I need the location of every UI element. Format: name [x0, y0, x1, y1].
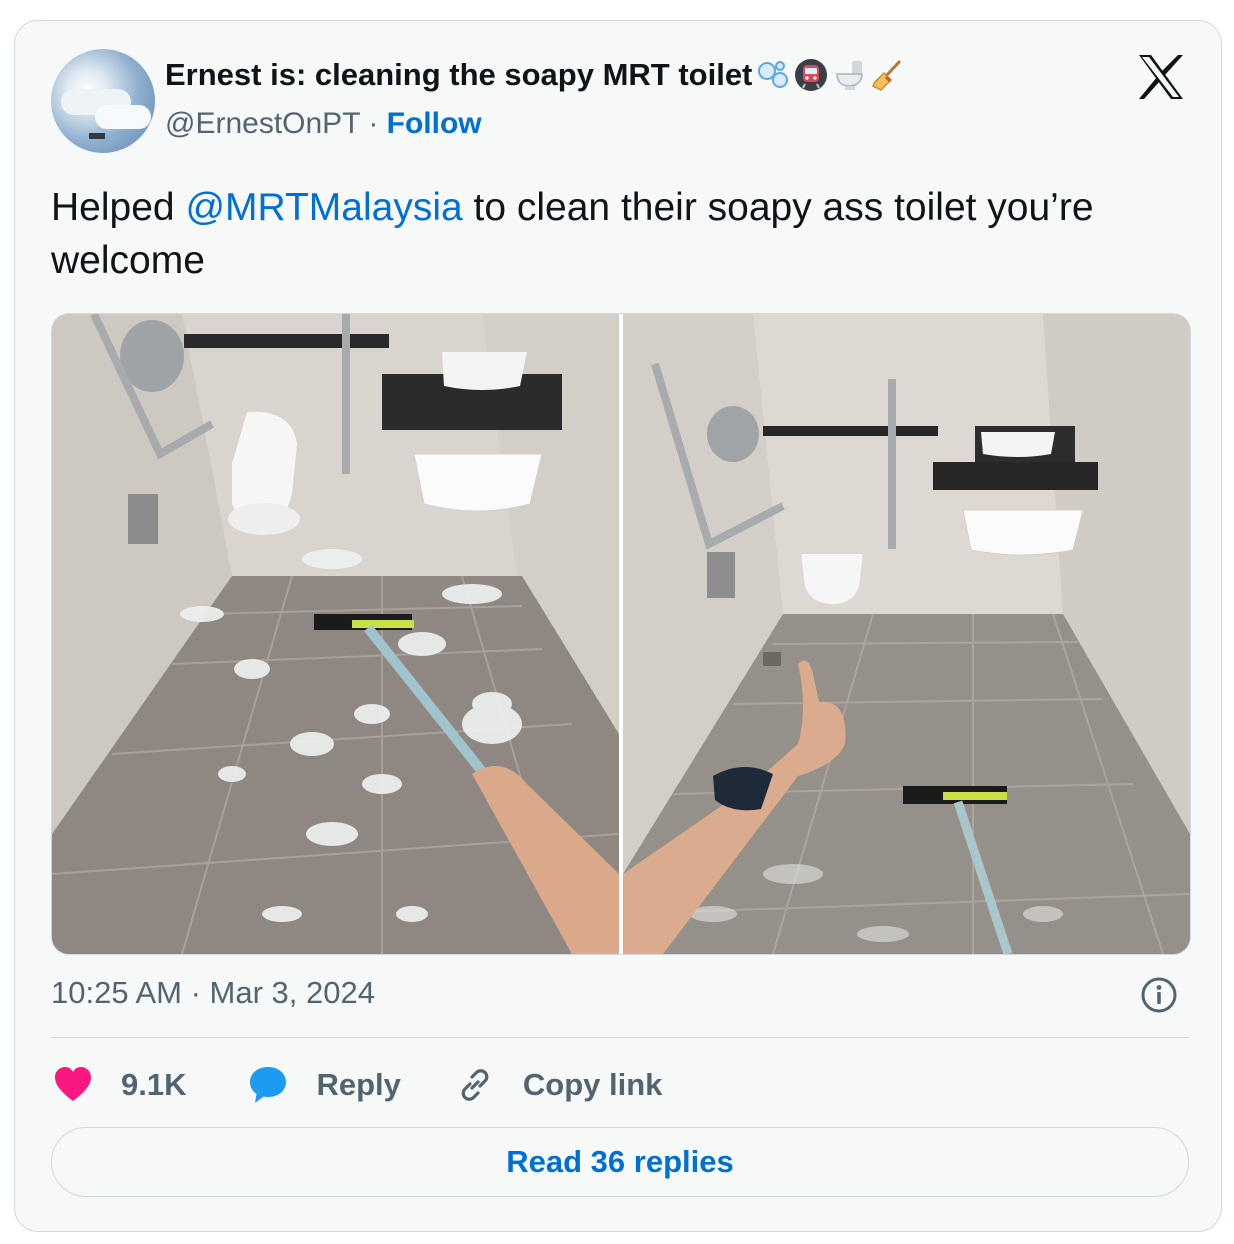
- photo-clean-floor[interactable]: [623, 314, 1190, 954]
- metro-emoji-icon: [794, 58, 828, 92]
- action-bar: 9.1K Reply Copy link: [51, 1061, 662, 1109]
- heart-icon: [55, 1067, 91, 1101]
- follow-button[interactable]: Follow: [387, 107, 482, 140]
- broom-emoji-icon: [870, 58, 904, 92]
- tweet-text: Helped @MRTMalaysia to clean their soapy…: [51, 181, 1181, 287]
- display-name-text: Ernest is: cleaning the soapy MRT toilet: [165, 57, 753, 92]
- media-grid: [51, 313, 1191, 955]
- tweet-text-start: Helped: [51, 186, 186, 229]
- bubbles-emoji-icon: [756, 58, 790, 92]
- avatar[interactable]: [51, 49, 155, 153]
- author-display-name[interactable]: Ernest is: cleaning the soapy MRT toilet: [165, 57, 904, 93]
- author-handle[interactable]: @ErnestOnPT: [165, 107, 360, 140]
- photo-soapy-floor[interactable]: [52, 314, 619, 954]
- x-logo-icon[interactable]: [1135, 51, 1187, 103]
- divider: [51, 1037, 1189, 1038]
- read-replies-label: Read 36 replies: [506, 1144, 734, 1179]
- read-replies-button[interactable]: Read 36 replies: [51, 1127, 1189, 1197]
- mention-link[interactable]: @MRTMalaysia: [185, 186, 462, 229]
- tweet-timestamp[interactable]: 10:25 AM · Mar 3, 2024: [51, 975, 375, 1011]
- tweet-embed-card: Ernest is: cleaning the soapy MRT toilet…: [14, 20, 1222, 1232]
- like-count: 9.1K: [121, 1067, 187, 1102]
- reply-label: Reply: [316, 1067, 401, 1102]
- copy-link-button[interactable]: Copy link: [453, 1063, 663, 1107]
- like-button[interactable]: 9.1K: [51, 1063, 186, 1107]
- toilet-emoji-icon: [832, 58, 866, 92]
- handle-row: @ErnestOnPT · Follow: [165, 107, 482, 141]
- info-icon[interactable]: [1139, 975, 1179, 1015]
- speech-bubble-icon: [250, 1067, 287, 1103]
- handle-separator: ·: [359, 107, 387, 140]
- reply-button[interactable]: Reply: [246, 1063, 401, 1107]
- copy-link-label: Copy link: [522, 1067, 663, 1102]
- link-icon: [461, 1069, 489, 1101]
